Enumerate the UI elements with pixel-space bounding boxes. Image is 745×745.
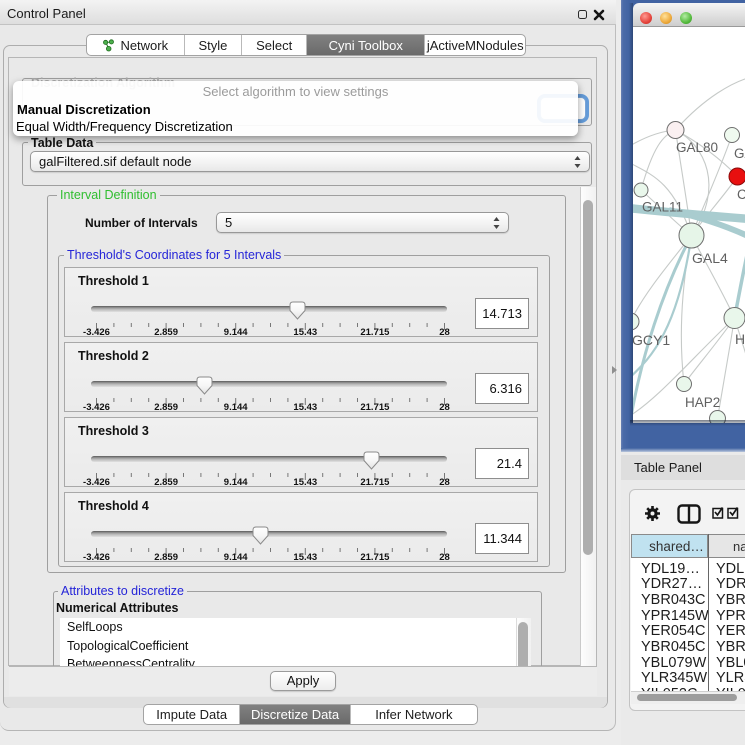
svg-text:C: C bbox=[737, 187, 745, 202]
svg-text:H: H bbox=[735, 331, 745, 347]
svg-text:GAL80: GAL80 bbox=[676, 140, 718, 155]
svg-text:GA: GA bbox=[734, 146, 745, 161]
svg-text:GAL4: GAL4 bbox=[692, 250, 728, 266]
svg-text:GAL11: GAL11 bbox=[642, 200, 683, 215]
svg-text:HAP2: HAP2 bbox=[685, 395, 720, 410]
svg-text:GCY1: GCY1 bbox=[633, 332, 670, 348]
